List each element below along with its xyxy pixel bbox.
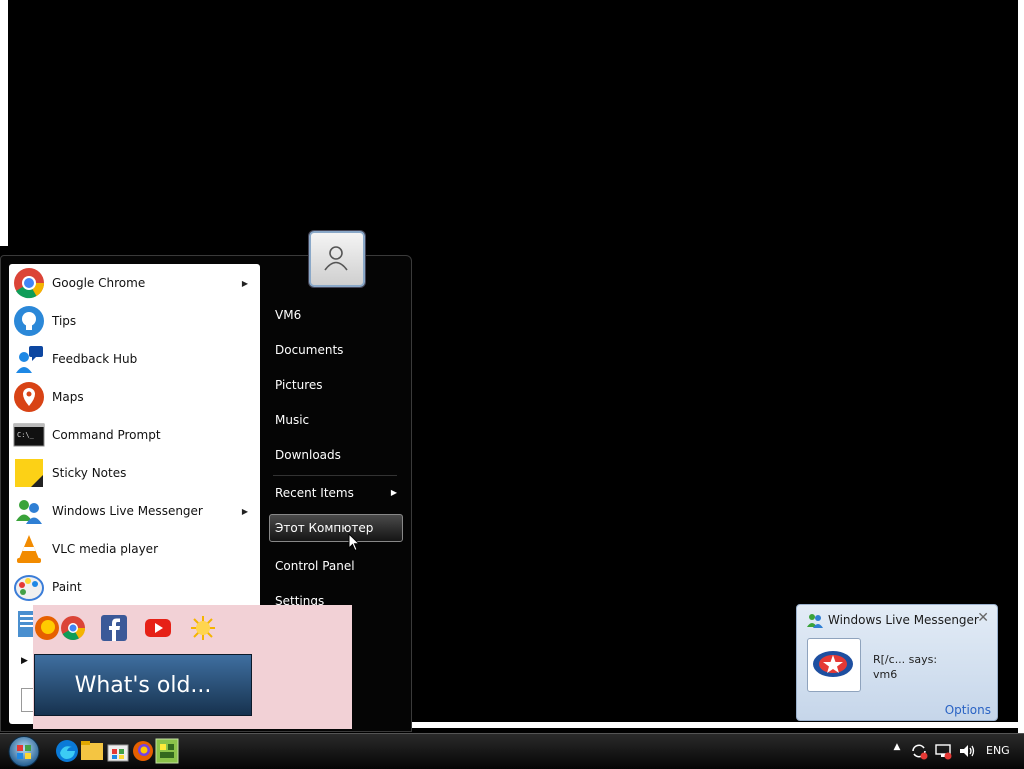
menu-item-recent-items[interactable]: Recent Items ▶ (269, 479, 403, 507)
menu-item-label: Downloads (275, 448, 341, 462)
menu-item-label: VM6 (275, 308, 302, 322)
mouse-cursor-icon (348, 532, 361, 555)
menu-item-control-panel[interactable]: Control Panel (269, 552, 403, 580)
taskbar: ▲ ENG (0, 733, 1024, 769)
program-feedback-hub[interactable]: Feedback Hub (9, 340, 260, 378)
show-hidden-icon[interactable]: ▲ (888, 742, 906, 760)
chrome-icon (13, 267, 45, 299)
menu-item-label: Recent Items (275, 486, 354, 500)
sun-icon[interactable] (189, 614, 217, 642)
user-avatar[interactable] (309, 231, 365, 287)
program-label: Feedback Hub (52, 352, 138, 366)
desktop-edge-bottom (410, 722, 1018, 728)
menu-item-label: Music (275, 413, 310, 427)
desktop-edge-right (1018, 0, 1024, 735)
program-label: Windows Live Messenger (52, 504, 203, 518)
whats-old-button[interactable]: What's old... (34, 654, 252, 716)
network-icon[interactable] (934, 742, 952, 760)
start-button[interactable] (4, 735, 44, 768)
file-explorer-icon[interactable] (80, 738, 104, 764)
program-paint[interactable]: Paint (9, 568, 260, 606)
user-icon (324, 246, 348, 271)
messenger-icon (807, 614, 823, 628)
promo-overlay: What's old... (33, 605, 352, 729)
program-vlc[interactable]: VLC media player (9, 530, 260, 568)
menu-item-pictures[interactable]: Pictures (269, 371, 403, 399)
submenu-arrow-icon: ▶ (241, 278, 248, 288)
menu-item-vm6[interactable]: VM6 (269, 301, 403, 329)
program-google-chrome[interactable]: Google Chrome ▶ (9, 264, 260, 302)
messenger-icon (13, 495, 45, 527)
menu-item-music[interactable]: Music (269, 406, 403, 434)
options-link[interactable]: Options (945, 703, 991, 717)
menu-separator (273, 475, 397, 476)
feedback-hub-icon (13, 343, 45, 375)
notification-message: R[/c... says: vm6 (873, 652, 937, 682)
notification-title: Windows Live Messenger (828, 613, 979, 627)
program-label: Paint (52, 580, 82, 594)
firefox-icon[interactable] (131, 738, 155, 764)
menu-item-label: Documents (275, 343, 344, 357)
program-maps[interactable]: Maps (9, 378, 260, 416)
paint-icon (13, 571, 45, 603)
menu-item-label: Control Panel (275, 559, 355, 573)
app-icon[interactable] (155, 738, 179, 764)
program-command-prompt[interactable]: C:\_ Command Prompt (9, 416, 260, 454)
menu-item-this-computer[interactable]: Этот Компютер (269, 514, 403, 542)
vlc-icon (13, 533, 45, 565)
program-label: Command Prompt (52, 428, 161, 442)
program-label: Sticky Notes (52, 466, 127, 480)
maps-icon (13, 381, 45, 413)
submenu-arrow-icon: ▶ (390, 488, 397, 497)
submenu-arrow-icon: ▶ (241, 506, 248, 516)
store-icon[interactable] (106, 738, 130, 764)
all-programs-arrow-icon[interactable]: ▶ (21, 656, 28, 666)
tips-icon (13, 305, 45, 337)
sticky-notes-icon (13, 457, 45, 489)
messenger-notification[interactable]: Windows Live Messenger ✕ R[/c... says: v… (796, 604, 998, 721)
message-text: vm6 (873, 668, 898, 681)
contact-avatar (807, 638, 861, 692)
program-sticky-notes[interactable]: Sticky Notes (9, 454, 260, 492)
program-windows-live-messenger[interactable]: Windows Live Messenger ▶ (9, 492, 260, 530)
youtube-icon[interactable] (144, 614, 172, 642)
chrome-icon[interactable] (59, 614, 87, 642)
program-tips[interactable]: Tips (9, 302, 260, 340)
menu-item-documents[interactable]: Documents (269, 336, 403, 364)
language-indicator[interactable]: ENG (986, 744, 1010, 757)
menu-item-label: Pictures (275, 378, 323, 392)
command-prompt-icon: C:\_ (13, 419, 45, 451)
sync-icon[interactable] (910, 742, 928, 760)
menu-item-downloads[interactable]: Downloads (269, 441, 403, 469)
edge-icon[interactable] (55, 738, 79, 764)
program-label: Maps (52, 390, 84, 404)
program-label: Google Chrome (52, 276, 146, 290)
facebook-icon[interactable] (100, 614, 128, 642)
sender-line: R[/c... says: (873, 653, 938, 666)
close-icon[interactable]: ✕ (977, 610, 989, 626)
program-label: VLC media player (52, 542, 159, 556)
volume-icon[interactable] (958, 742, 976, 760)
desktop-edge-left (0, 0, 8, 246)
cmd-icon-text: C:\_ (17, 431, 35, 439)
firefox-icon[interactable] (33, 614, 61, 642)
program-label: Tips (52, 314, 77, 328)
